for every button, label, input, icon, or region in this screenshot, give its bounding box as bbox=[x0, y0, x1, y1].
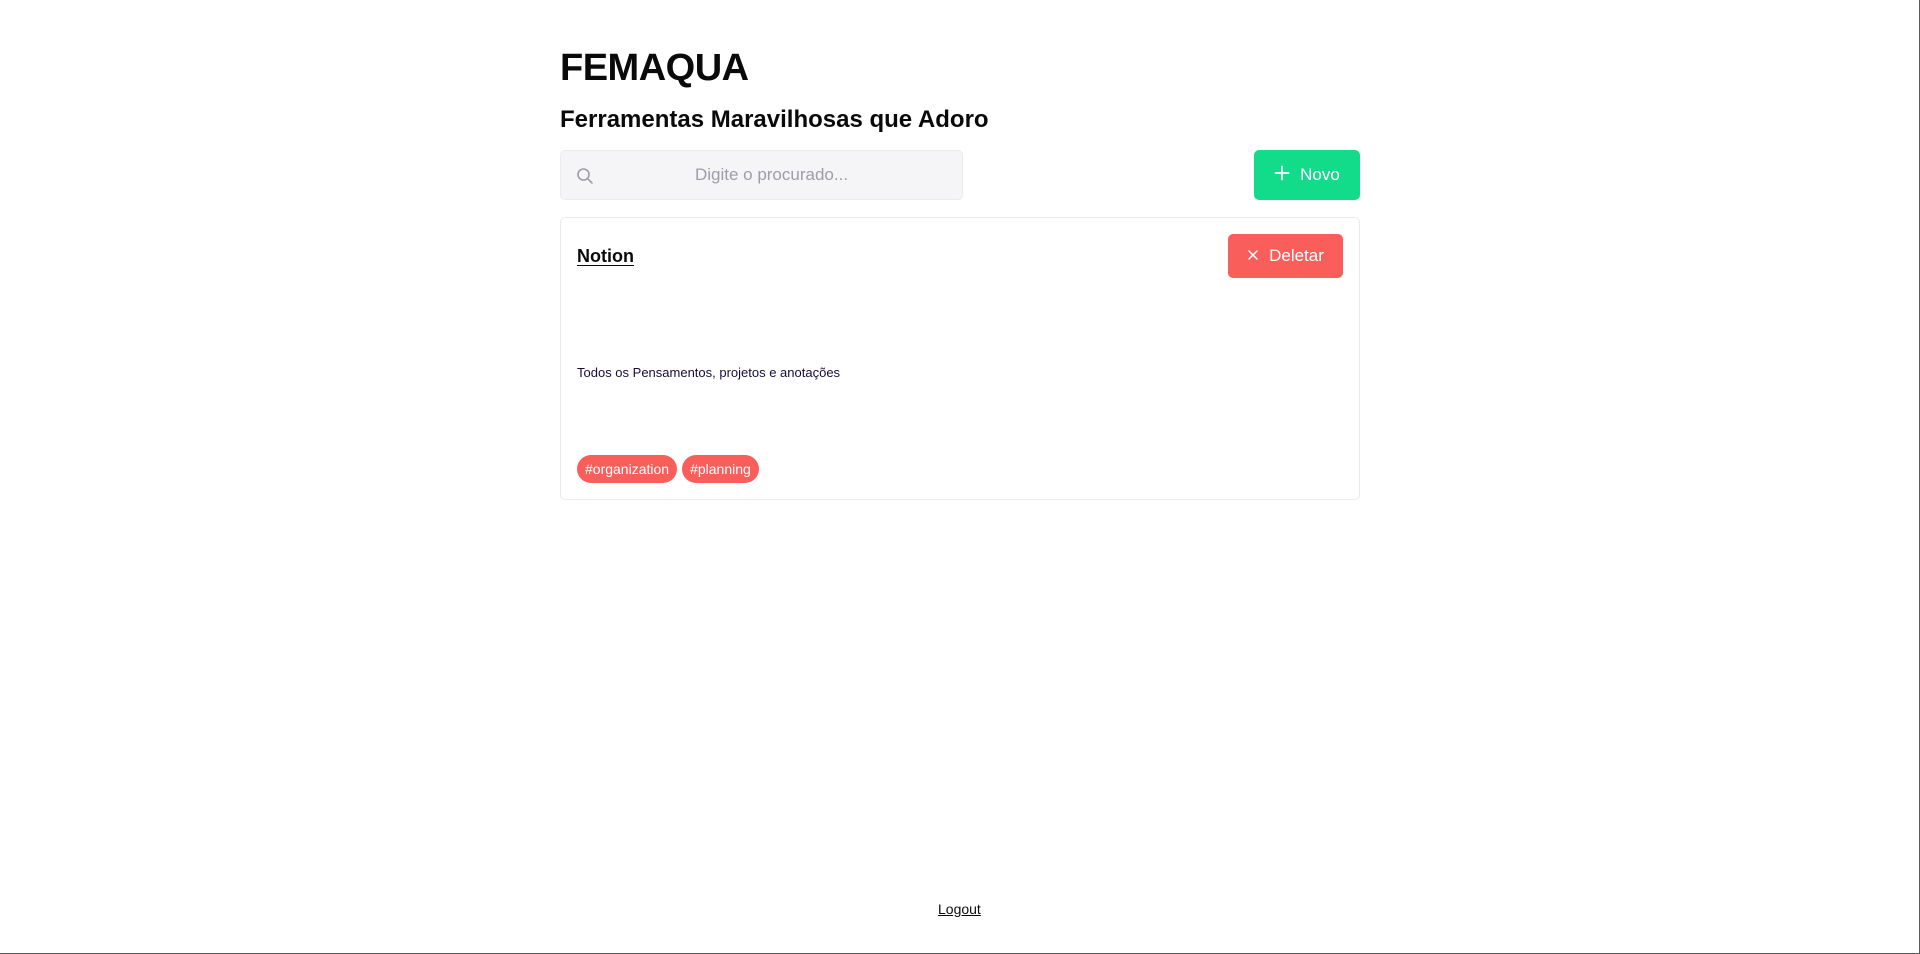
toolbar: Novo bbox=[560, 150, 1360, 200]
main-container: FEMAQUA Ferramentas Maravilhosas que Ado… bbox=[560, 46, 1360, 500]
tool-card: Notion Deletar Todos os Pensamentos, pro… bbox=[560, 217, 1360, 500]
plus-icon bbox=[1274, 165, 1290, 186]
tag-organization[interactable]: #organization bbox=[577, 455, 678, 483]
delete-tool-button[interactable]: Deletar bbox=[1228, 234, 1343, 278]
new-tool-button-label: Novo bbox=[1300, 165, 1340, 184]
tool-title-link[interactable]: Notion bbox=[577, 246, 634, 267]
tool-card-header: Notion Deletar bbox=[577, 234, 1343, 278]
app-subtitle: Ferramentas Maravilhosas que Adoro bbox=[560, 106, 989, 133]
logout-link[interactable]: Logout bbox=[938, 901, 981, 917]
search-box bbox=[560, 150, 963, 200]
page: FEMAQUA Ferramentas Maravilhosas que Ado… bbox=[0, 0, 1920, 954]
tool-tags: #organization #planning bbox=[577, 455, 759, 483]
close-icon bbox=[1247, 246, 1259, 266]
tag-planning[interactable]: #planning bbox=[682, 455, 759, 483]
search-input[interactable] bbox=[561, 151, 962, 199]
delete-tool-button-label: Deletar bbox=[1269, 246, 1324, 265]
app-title: FEMAQUA bbox=[560, 47, 749, 89]
search-icon bbox=[575, 166, 595, 186]
new-tool-button[interactable]: Novo bbox=[1254, 150, 1360, 200]
tool-description: Todos os Pensamentos, projetos e anotaçõ… bbox=[577, 365, 841, 380]
